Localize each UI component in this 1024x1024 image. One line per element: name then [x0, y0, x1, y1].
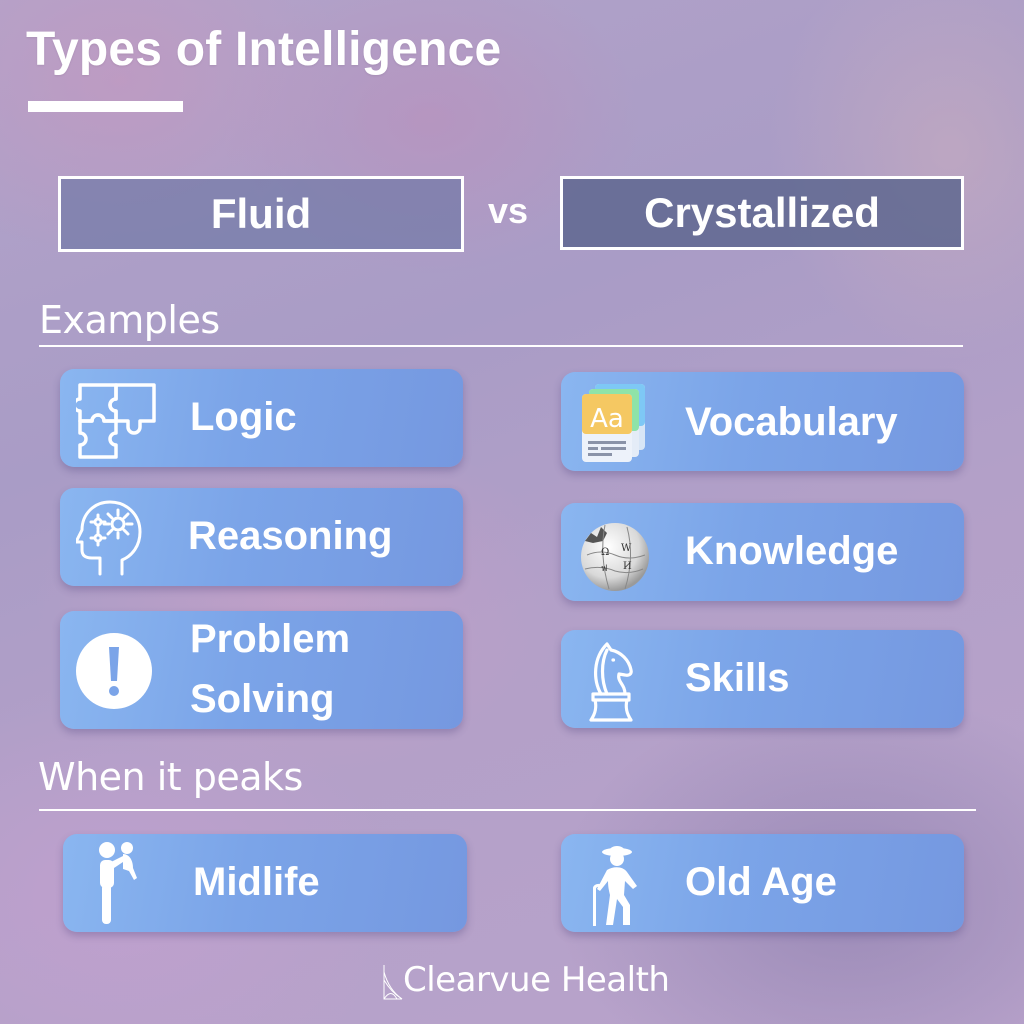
card-skills: Skills	[561, 630, 964, 728]
fluid-heading: Fluid	[210, 190, 312, 237]
elderly-person-icon	[587, 842, 649, 928]
svg-text:Ω: Ω	[601, 547, 609, 558]
card-label: Knowledge	[685, 529, 899, 573]
wikipedia-globe-icon: Ω W ฟ И	[575, 515, 653, 593]
card-logic: Logic	[60, 369, 463, 467]
exclamation-icon	[74, 631, 154, 711]
puzzle-icon	[76, 381, 158, 459]
card-problem-solving: Problem Solving	[60, 611, 463, 729]
page-title: Types of Intelligence	[26, 23, 502, 76]
card-label: Midlife	[193, 860, 320, 904]
svg-text:И: И	[623, 561, 632, 572]
card-label-line1: Problem	[190, 617, 351, 661]
title-underline	[28, 101, 183, 112]
svg-text:ฟ: ฟ	[601, 564, 607, 574]
chess-knight-icon	[579, 636, 645, 724]
svg-text:W: W	[621, 543, 632, 554]
peaks-divider	[39, 809, 976, 811]
fluid-heading-box: Fluid	[58, 176, 464, 252]
brand-mark-icon	[383, 965, 403, 1000]
card-reasoning: Reasoning	[60, 488, 463, 586]
crystallized-heading: Crystallized	[644, 189, 880, 236]
crystallized-heading-box: Crystallized	[560, 176, 964, 250]
svg-text:Aa: Aa	[590, 404, 624, 434]
card-label: Vocabulary	[685, 400, 898, 444]
head-gears-icon	[76, 498, 152, 578]
card-label: Skills	[685, 656, 790, 700]
examples-section-label: Examples	[39, 298, 220, 342]
parent-child-icon	[87, 840, 147, 928]
card-old-age: Old Age	[561, 834, 964, 932]
peaks-section-label: When it peaks	[38, 755, 303, 799]
card-label-line2: Solving	[190, 677, 335, 721]
examples-divider	[39, 345, 963, 347]
card-label: Old Age	[685, 860, 837, 904]
card-knowledge: Ω W ฟ И Knowledge	[561, 503, 964, 601]
card-vocabulary: Aa Vocabulary	[561, 372, 964, 471]
card-midlife: Midlife	[63, 834, 467, 932]
dictionary-icon: Aa	[581, 382, 647, 464]
card-label: Reasoning	[188, 514, 393, 558]
brand-logo: Clearvue Health	[383, 960, 670, 1000]
card-label: Logic	[190, 395, 297, 439]
brand-name: Clearvue Health	[403, 960, 670, 1000]
vs-label: vs	[488, 190, 529, 231]
